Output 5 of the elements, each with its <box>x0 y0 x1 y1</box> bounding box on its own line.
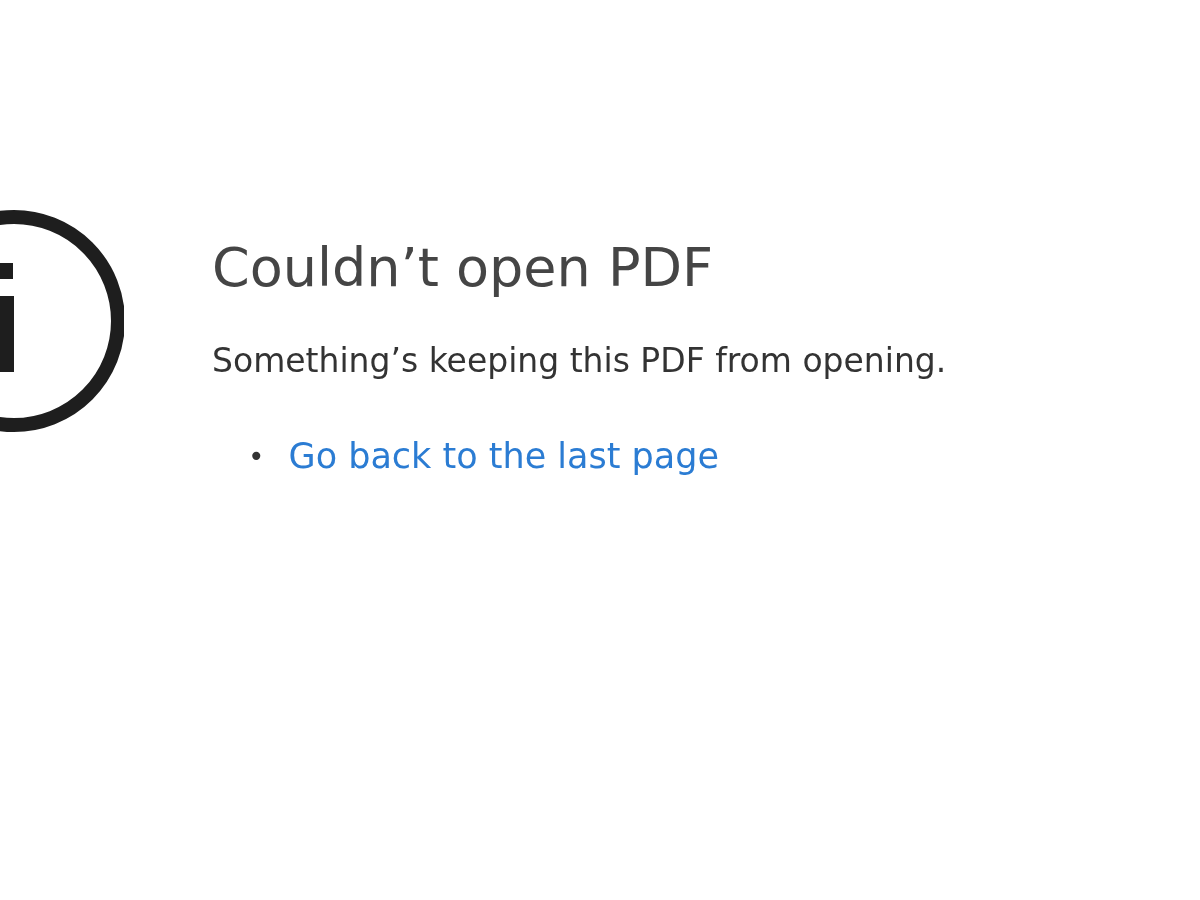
go-back-link[interactable]: Go back to the last page <box>288 436 719 476</box>
error-description: Something’s keeping this PDF from opening. <box>212 340 947 382</box>
bullet: • <box>248 439 265 473</box>
info-icon <box>0 208 124 434</box>
error-title: Couldn’t open PDF <box>212 235 715 301</box>
